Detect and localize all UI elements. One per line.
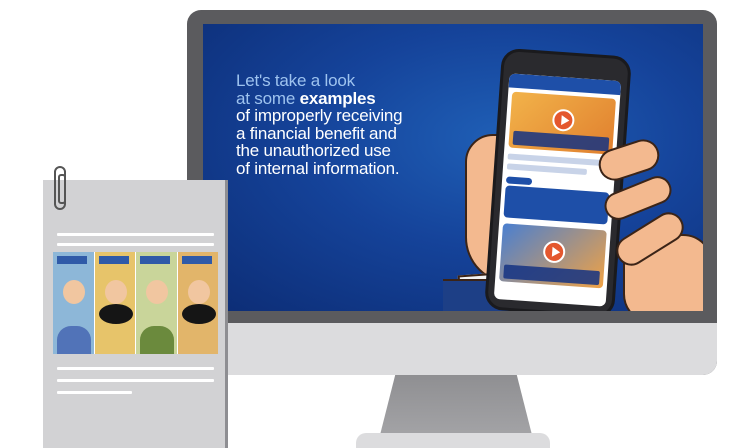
comic-panel-header	[57, 256, 87, 264]
comic-panel-header	[140, 256, 170, 264]
caption-line-6: of internal information.	[236, 158, 400, 178]
comic-panel-header	[181, 256, 212, 264]
document-line	[57, 233, 214, 236]
caption-line-3: of improperly receiving	[236, 106, 403, 125]
phone-card-caption	[512, 130, 610, 152]
speech-bubble	[181, 304, 216, 324]
comic-panel	[94, 252, 136, 354]
character-head	[63, 280, 85, 304]
monitor-chin	[187, 323, 717, 375]
caption-line-2-bold: examples	[299, 88, 376, 108]
video-caption: Let's take a look at some examples of im…	[236, 72, 476, 177]
video-screen[interactable]: Let's take a look at some examples of im…	[203, 24, 703, 311]
phone-video-card	[508, 91, 617, 155]
monitor-stand	[380, 375, 532, 435]
document-line	[57, 379, 214, 382]
caption-line-4: a financial benefit and	[236, 123, 397, 143]
play-icon	[542, 240, 566, 264]
comic-panel	[136, 252, 178, 354]
document-line	[57, 391, 132, 394]
phone-badge	[505, 176, 533, 186]
character-head	[104, 280, 127, 304]
document-line	[57, 367, 214, 370]
character-body	[140, 326, 174, 354]
paperclip-icon	[54, 166, 66, 210]
comic-panel-header	[98, 256, 129, 264]
comic-panel	[53, 252, 95, 354]
monitor-base	[356, 433, 550, 448]
character-head	[146, 280, 168, 304]
caption-line-2-prefix: at some	[236, 88, 300, 108]
document-line	[57, 243, 214, 246]
phone-card-caption	[503, 264, 600, 286]
caption-line-2: at some examples	[236, 88, 476, 108]
play-icon	[551, 108, 576, 132]
comic-panel	[177, 252, 218, 354]
character-head	[187, 280, 210, 304]
caption-line-1: Let's take a look	[236, 71, 355, 90]
phone-screen	[493, 73, 622, 307]
comic-strip-image	[53, 252, 218, 354]
phone-headline-box	[503, 185, 610, 225]
phone-text-line	[506, 163, 588, 175]
phone-video-card	[499, 223, 607, 289]
character-body	[57, 326, 91, 354]
caption-line-5: the unauthorized use	[236, 141, 391, 160]
speech-bubble	[98, 304, 133, 324]
